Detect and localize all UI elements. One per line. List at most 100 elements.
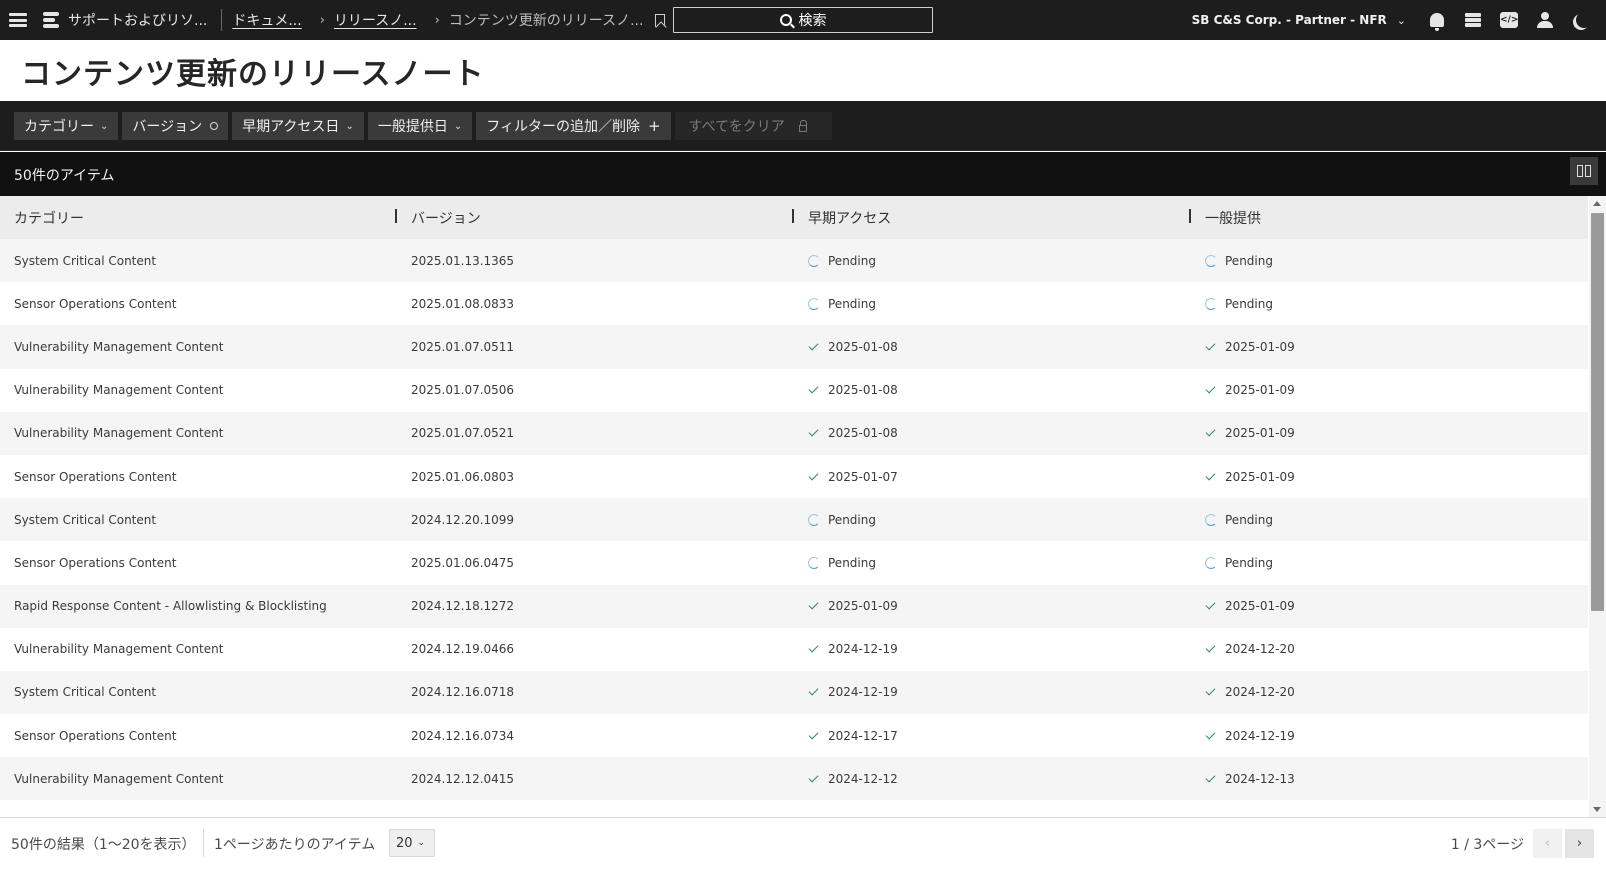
checkmark-icon	[1205, 730, 1217, 742]
cell-general-availability-value: 2024-12-20	[1225, 642, 1295, 657]
account-selector[interactable]: SB C&S Corp. - Partner - NFR	[1192, 13, 1387, 27]
cell-category: System Critical Content	[14, 685, 157, 700]
cell-general-availability-value: Pending	[1225, 555, 1273, 570]
cell-early-access-value: Pending	[828, 555, 876, 570]
filter-general-availability-button[interactable]: 一般提供日 ⌄	[367, 112, 473, 140]
pagination-footer: 50件の結果（1〜20を表示） 1ページあたりのアイテム 20 ⌄ 1 / 3ペ…	[0, 817, 1606, 869]
divider	[221, 9, 223, 31]
cell-general-availability-value: 2025-01-09	[1225, 469, 1295, 484]
column-header-version[interactable]: バージョン	[395, 208, 794, 228]
checkmark-icon	[808, 427, 820, 439]
checkmark-icon	[1205, 773, 1217, 785]
items-per-page-value: 20	[396, 835, 413, 851]
scroll-up-arrow-icon[interactable]	[1593, 201, 1601, 206]
cell-early-access: 2025-01-08	[794, 383, 1191, 397]
cell-version: 2025.01.06.0475	[411, 555, 515, 570]
top-navigation-bar: サポートおよびリソ... ドキュメ... › リリースノ... › コンテンツ更…	[0, 0, 1606, 40]
cell-category: Sensor Operations Content	[14, 555, 177, 570]
hamburger-menu-icon[interactable]	[9, 13, 27, 27]
table-row[interactable]: Vulnerability Management Content 2024.12.…	[0, 757, 1588, 801]
cell-category: Rapid Response Content - Allowlisting & …	[14, 599, 327, 614]
add-remove-filter-button[interactable]: フィルターの追加／削除 +	[476, 112, 671, 140]
breadcrumb-release-notes[interactable]: リリースノ...	[334, 10, 417, 30]
table-row[interactable]: System Critical Content 2024.12.16.0718 20…	[0, 670, 1588, 715]
cell-early-access-value: Pending	[828, 253, 876, 268]
cell-general-availability-value: 2025-01-09	[1225, 426, 1295, 441]
chevron-down-icon: ⌄	[345, 120, 354, 132]
cell-version: 2025.01.08.0833	[411, 296, 515, 311]
chevron-right-icon: ›	[1576, 836, 1583, 851]
bookmark-icon[interactable]	[655, 13, 666, 27]
breadcrumb-separator-icon: ›	[319, 12, 325, 28]
filter-bar: カテゴリー ⌄ バージョン 早期アクセス日 ⌄ 一般提供日 ⌄ フィルターの追加…	[0, 101, 1606, 151]
column-icon	[1585, 165, 1591, 177]
chevron-down-icon[interactable]: ⌄	[1397, 14, 1406, 27]
filter-version-button[interactable]: バージョン	[122, 112, 229, 140]
column-settings-button[interactable]	[1570, 157, 1598, 185]
table-row[interactable]: Vulnerability Management Content 2024.12.…	[0, 627, 1588, 671]
site-logo-icon[interactable]	[43, 12, 59, 28]
chevron-left-icon: ‹	[1544, 836, 1551, 851]
checkmark-icon	[1205, 427, 1217, 439]
scrollbar-thumb[interactable]	[1591, 213, 1604, 611]
table-row[interactable]: Sensor Operations Content 2025.01.06.0475…	[0, 541, 1588, 585]
table-row[interactable]: System Critical Content 2024.12.20.1099 Pe…	[0, 498, 1588, 542]
table-row[interactable]: System Critical Content 2025.01.13.1365 Pe…	[0, 239, 1588, 283]
theme-toggle-button[interactable]	[1570, 9, 1592, 31]
pending-spinner-icon	[808, 297, 820, 310]
notifications-button[interactable]	[1426, 9, 1448, 31]
items-per-page-label: 1ページあたりのアイテム	[214, 837, 376, 853]
cell-category: Vulnerability Management Content	[14, 426, 224, 441]
cell-early-access-value: 2025-01-08	[828, 383, 898, 398]
user-profile-button[interactable]	[1534, 9, 1556, 31]
cell-general-availability: 2024-12-19	[1191, 729, 1588, 743]
table-row[interactable]: Vulnerability Management Content 2025.01.…	[0, 368, 1588, 412]
checkmark-icon	[808, 471, 820, 483]
cell-early-access: Pending	[794, 297, 1191, 311]
cell-general-availability: 2024-12-20	[1191, 685, 1588, 699]
cell-general-availability-value: 2025-01-09	[1225, 383, 1295, 398]
checkmark-icon	[808, 730, 820, 742]
checkmark-icon	[808, 600, 820, 612]
previous-page-button[interactable]: ‹	[1533, 829, 1562, 858]
clear-all-label: すべてをクリア	[688, 119, 785, 135]
developer-button[interactable]: </>	[1498, 9, 1520, 31]
results-summary-bar: 50件のアイテム	[0, 152, 1606, 196]
chevron-down-icon: ⌄	[100, 120, 109, 132]
table-row[interactable]: Sensor Operations Content 2024.12.16.0734…	[0, 714, 1588, 758]
table-row[interactable]: Sensor Operations Content 2025.01.08.0833…	[0, 282, 1588, 326]
cell-general-availability: Pending	[1191, 297, 1588, 311]
search-button[interactable]: 検索	[673, 7, 933, 33]
apps-button[interactable]	[1462, 9, 1484, 31]
checkmark-icon	[808, 341, 820, 353]
cell-version: 2024.12.16.0718	[411, 685, 515, 700]
items-per-page-select[interactable]: 20 ⌄	[389, 829, 435, 857]
cell-early-access: Pending	[794, 513, 1191, 527]
cell-early-access-value: 2025-01-08	[828, 339, 898, 354]
table-row[interactable]: Sensor Operations Content 2025.01.06.0803…	[0, 454, 1588, 499]
vertical-scrollbar[interactable]	[1589, 196, 1606, 817]
column-header-general-availability[interactable]: 一般提供	[1189, 208, 1588, 228]
cell-early-access: 2024-12-19	[794, 642, 1191, 656]
table-row[interactable]: Vulnerability Management Content 2025.01.…	[0, 411, 1588, 455]
cell-early-access-value: 2025-01-07	[828, 469, 898, 484]
filter-early-access-button[interactable]: 早期アクセス日 ⌄	[232, 112, 364, 140]
checkmark-icon	[1205, 471, 1217, 483]
filter-category-button[interactable]: カテゴリー ⌄	[14, 112, 119, 140]
table-row[interactable]: Vulnerability Management Content 2025.01.…	[0, 325, 1588, 369]
next-page-button[interactable]: ›	[1565, 829, 1594, 858]
cell-early-access-value: 2024-12-19	[828, 685, 898, 700]
cell-version: 2025.01.07.0521	[411, 426, 515, 441]
column-header-early-access[interactable]: 早期アクセス	[792, 208, 1191, 228]
column-header-category[interactable]: カテゴリー	[0, 208, 397, 228]
cell-version: 2025.01.07.0511	[411, 339, 515, 354]
scroll-down-arrow-icon[interactable]	[1593, 807, 1601, 812]
cell-version: 2024.12.19.0466	[411, 642, 515, 657]
clear-all-button[interactable]: すべてをクリア	[674, 112, 832, 140]
pending-spinner-icon	[1205, 513, 1217, 526]
column-icon	[1577, 165, 1583, 177]
table-row[interactable]: Rapid Response Content - Allowlisting & …	[0, 584, 1588, 628]
breadcrumb-documents[interactable]: ドキュメ...	[232, 10, 301, 30]
site-name-link[interactable]: サポートおよびリソ...	[68, 10, 207, 30]
cell-early-access-value: 2024-12-12	[828, 771, 898, 786]
